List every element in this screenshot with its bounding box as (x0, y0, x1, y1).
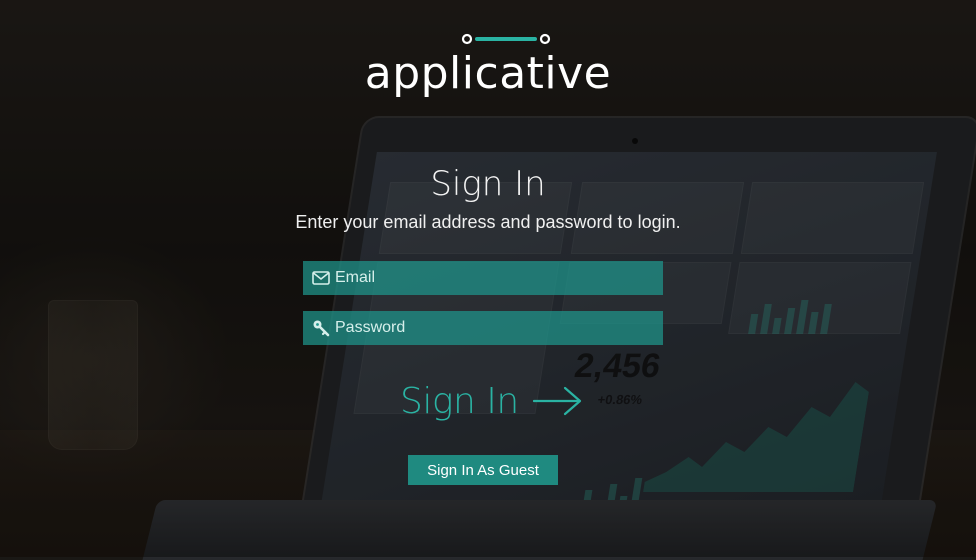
page-title: Sign In (430, 164, 546, 204)
password-input[interactable] (335, 311, 663, 345)
brand-logo: applicative (364, 48, 612, 99)
arrow-right-icon (532, 386, 581, 416)
sign-in-as-guest-button[interactable]: Sign In As Guest (408, 455, 558, 485)
envelope-icon (311, 268, 331, 288)
key-icon (311, 318, 331, 338)
sign-in-button[interactable]: Sign In (400, 374, 583, 428)
email-input[interactable] (335, 261, 663, 295)
page-subtitle: Enter your email address and password to… (295, 212, 681, 232)
email-field-container[interactable] (303, 261, 663, 295)
logo-mark-icon (461, 33, 551, 45)
password-field-container[interactable] (303, 311, 663, 345)
sign-in-button-label: Sign In (400, 380, 519, 422)
